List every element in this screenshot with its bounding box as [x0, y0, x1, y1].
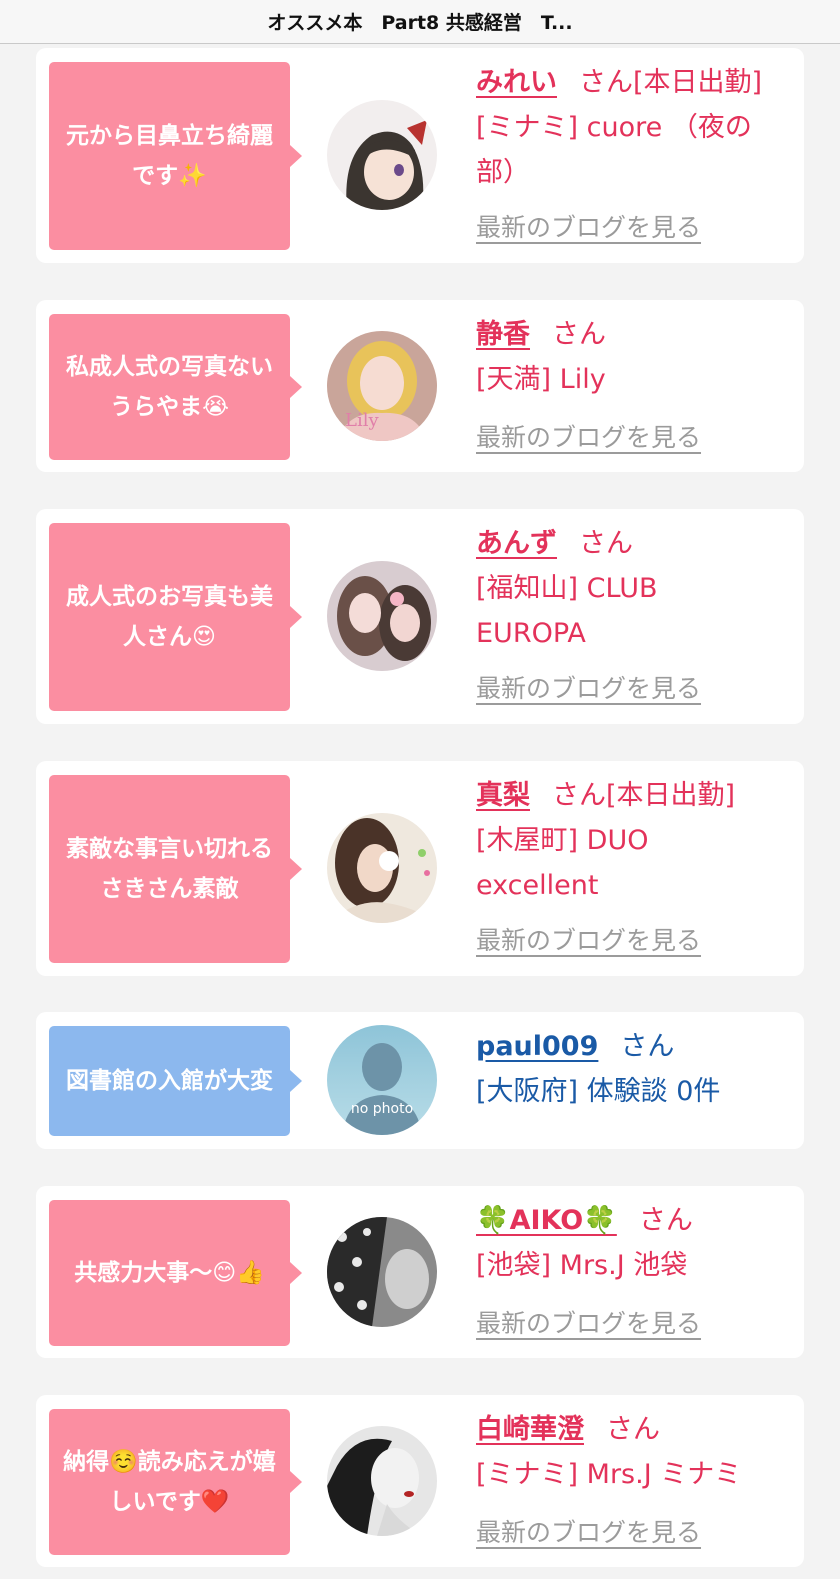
- honorific: さん: [552, 319, 606, 350]
- avatar[interactable]: [327, 1217, 437, 1327]
- latest-blog-link[interactable]: 最新のブログを見る: [476, 1304, 701, 1340]
- poster-name-link[interactable]: 真梨: [476, 780, 530, 811]
- avatar[interactable]: [327, 1426, 437, 1536]
- comment-card: 図書館の入館が大変 no photo paul009 さん [大阪府] 体験談 0…: [36, 1012, 804, 1149]
- comment-bubble: 成人式のお写真も美人さん😍: [49, 523, 302, 711]
- comment-card: 私成人式の写真ないうらやま😭 Lily 静香 さん [天満] Lily 最新のブロ…: [36, 300, 804, 472]
- poster-info: 白崎華澄 さん [ミナミ] Mrs.J ミナミ: [476, 1407, 792, 1497]
- latest-blog-link[interactable]: 最新のブログを見る: [476, 208, 701, 244]
- comment-card: 共感力大事〜😊👍 🍀AIKO🍀 さん [池袋] Mrs.J 池袋 最新のブログを見…: [36, 1186, 804, 1358]
- comment-card: 成人式のお写真も美人さん😍 あんず さん [福知山] CLUB EUROPA 最新…: [36, 509, 804, 724]
- work-status: [本日出勤]: [633, 67, 763, 98]
- poster-info: 🍀AIKO🍀 さん [池袋] Mrs.J 池袋: [476, 1198, 792, 1288]
- poster-name-link[interactable]: 🍀AIKO🍀: [476, 1205, 617, 1236]
- poster-info: あんず さん [福知山] CLUB EUROPA: [476, 521, 792, 656]
- poster-info: paul009 さん [大阪府] 体験談 0件: [476, 1024, 792, 1114]
- no-photo-label: no photo: [351, 1101, 413, 1117]
- honorific: さん: [638, 1205, 693, 1236]
- poster-name-link[interactable]: みれい: [476, 67, 557, 98]
- page-title: オススメ本 Part8 共感経営 T...: [267, 12, 573, 34]
- latest-blog-link[interactable]: 最新のブログを見る: [476, 418, 701, 454]
- avatar[interactable]: no photo: [327, 1025, 437, 1135]
- top-bar: オススメ本 Part8 共感経営 T...: [0, 0, 840, 44]
- poster-name-link[interactable]: paul009: [476, 1031, 598, 1062]
- avatar[interactable]: [327, 561, 437, 671]
- comment-card: 元から目鼻立ち綺麗です✨ みれい さん[本日出勤] [ミナミ] cuore （夜の…: [36, 48, 804, 263]
- comment-bubble: 元から目鼻立ち綺麗です✨: [49, 62, 302, 250]
- work-status: [本日出勤]: [606, 780, 736, 811]
- review-info: [大阪府] 体験談 0件: [476, 1076, 721, 1107]
- comment-card: 素敵な事言い切れるさきさん素敵 真梨 さん[本日出勤] [木屋町] DUO exc…: [36, 761, 804, 976]
- comment-bubble: 私成人式の写真ないうらやま😭: [49, 314, 302, 460]
- shop-name: [ミナミ] Mrs.J ミナミ: [476, 1459, 742, 1490]
- poster-info: 静香 さん [天満] Lily: [476, 312, 792, 402]
- poster-name-link[interactable]: 白崎華澄: [476, 1414, 584, 1445]
- shop-name: [天満] Lily: [476, 364, 606, 395]
- comment-bubble: 納得☺️読み応えが嬉しいです❤️: [49, 1409, 302, 1555]
- honorific: さん: [579, 528, 633, 559]
- poster-info: 真梨 さん[本日出勤] [木屋町] DUO excellent: [476, 773, 792, 908]
- latest-blog-link[interactable]: 最新のブログを見る: [476, 669, 701, 705]
- comment-bubble: 共感力大事〜😊👍: [49, 1200, 302, 1346]
- avatar[interactable]: [327, 813, 437, 923]
- honorific: さん: [579, 67, 633, 98]
- poster-name-link[interactable]: 静香: [476, 319, 530, 350]
- svg-text:Lily: Lily: [345, 410, 379, 431]
- shop-name: [ミナミ] cuore （夜の部）: [476, 112, 752, 188]
- latest-blog-link[interactable]: 最新のブログを見る: [476, 1513, 701, 1549]
- latest-blog-link[interactable]: 最新のブログを見る: [476, 921, 701, 957]
- comment-bubble: 素敵な事言い切れるさきさん素敵: [49, 775, 302, 963]
- honorific: さん: [606, 1414, 660, 1445]
- shop-name: [福知山] CLUB EUROPA: [476, 573, 658, 649]
- poster-info: みれい さん[本日出勤] [ミナミ] cuore （夜の部）: [476, 60, 792, 195]
- comment-bubble: 図書館の入館が大変: [49, 1026, 302, 1136]
- avatar[interactable]: [327, 100, 437, 210]
- shop-name: [木屋町] DUO excellent: [476, 825, 649, 901]
- poster-name-link[interactable]: あんず: [476, 528, 557, 559]
- honorific: さん: [620, 1031, 675, 1062]
- avatar[interactable]: Lily: [327, 331, 437, 441]
- comment-card: 納得☺️読み応えが嬉しいです❤️ 白崎華澄 さん [ミナミ] Mrs.J ミナミ …: [36, 1395, 804, 1567]
- honorific: さん: [552, 780, 606, 811]
- shop-name: [池袋] Mrs.J 池袋: [476, 1250, 688, 1281]
